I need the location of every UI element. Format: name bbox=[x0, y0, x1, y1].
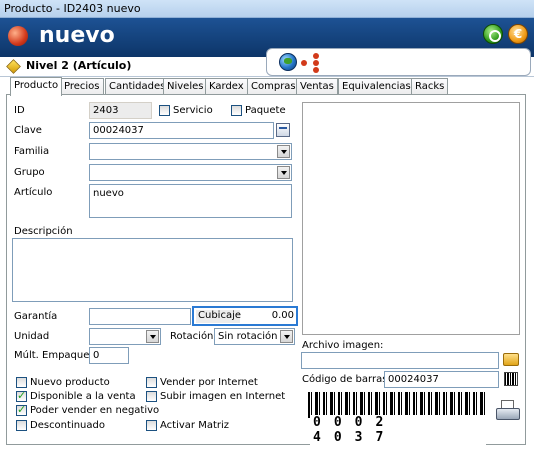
cubicaje-label: Cubicaje bbox=[196, 310, 242, 323]
articulo-textarea[interactable]: nuevo bbox=[89, 184, 292, 218]
tab-kardex[interactable]: Kardex bbox=[205, 78, 248, 95]
grupo-label: Grupo bbox=[14, 167, 45, 178]
chevron-down-icon[interactable] bbox=[277, 166, 290, 179]
paquete-label: Paquete bbox=[245, 105, 286, 116]
product-image-frame[interactable] bbox=[302, 102, 520, 335]
codigo-barras-input[interactable]: 00024037 bbox=[384, 371, 499, 388]
rotacion-label: Rotación bbox=[170, 331, 214, 342]
nuevo-producto-checkbox[interactable] bbox=[16, 377, 27, 388]
subir-imagen-label: Subir imagen en Internet bbox=[160, 391, 286, 402]
activar-matriz-label: Activar Matriz bbox=[160, 420, 230, 431]
disponible-venta-checkbox[interactable] bbox=[16, 389, 27, 402]
rotacion-select[interactable]: Sin rotación bbox=[214, 328, 295, 345]
tool-panel bbox=[266, 48, 531, 76]
unidad-select[interactable] bbox=[89, 328, 161, 345]
barcode-digits: 0002 4037 bbox=[310, 415, 486, 445]
page-title: nuevo bbox=[39, 23, 115, 48]
clave-label: Clave bbox=[14, 125, 42, 136]
tab-equivalencias[interactable]: Equivalencias bbox=[338, 78, 415, 95]
id-field: 2403 bbox=[89, 102, 152, 119]
articulo-value: nuevo bbox=[93, 188, 124, 199]
descripcion-label: Descripción bbox=[14, 226, 73, 237]
articulo-label: Artículo bbox=[14, 187, 53, 198]
cubicaje-input[interactable]: 0.00 bbox=[242, 310, 294, 321]
product-logo-icon bbox=[8, 26, 28, 46]
printer-icon[interactable] bbox=[494, 397, 522, 425]
archivo-imagen-input[interactable] bbox=[301, 352, 499, 369]
rotacion-value: Sin rotación bbox=[218, 331, 278, 342]
servicio-checkbox[interactable] bbox=[159, 105, 170, 116]
activar-matriz-checkbox[interactable] bbox=[146, 420, 157, 431]
familia-select[interactable] bbox=[89, 143, 292, 160]
servicio-label: Servicio bbox=[173, 105, 213, 116]
mult-empaque-input[interactable]: 0 bbox=[89, 347, 129, 364]
codigo-barras-label: Código de barras bbox=[302, 374, 388, 385]
barcode-icon[interactable] bbox=[504, 372, 518, 386]
tab-precios[interactable]: Precios bbox=[60, 78, 104, 95]
vender-internet-label: Vender por Internet bbox=[160, 377, 258, 388]
barcode-image: 0002 4037 bbox=[302, 389, 490, 445]
window-title: Producto - ID2403 nuevo bbox=[4, 2, 141, 15]
disponible-venta-label: Disponible a la venta bbox=[30, 391, 136, 402]
ok-icon[interactable] bbox=[483, 24, 503, 44]
familia-label: Familia bbox=[14, 146, 50, 157]
grupo-select[interactable] bbox=[89, 164, 292, 181]
descripcion-textarea[interactable] bbox=[12, 238, 293, 302]
garantia-input[interactable] bbox=[89, 308, 191, 325]
chevron-down-icon[interactable] bbox=[146, 330, 159, 343]
descontinuado-label: Descontinuado bbox=[30, 420, 105, 431]
tab-compras[interactable]: Compras bbox=[247, 78, 300, 95]
subir-imagen-checkbox[interactable] bbox=[146, 391, 157, 402]
unidad-label: Unidad bbox=[14, 331, 50, 342]
tab-niveles[interactable]: Niveles bbox=[163, 78, 208, 95]
descontinuado-checkbox[interactable] bbox=[16, 420, 27, 431]
vender-internet-checkbox[interactable] bbox=[146, 377, 157, 388]
window-titlebar: Producto - ID2403 nuevo bbox=[0, 0, 534, 18]
chevron-down-icon[interactable] bbox=[277, 145, 290, 158]
id-label: ID bbox=[14, 105, 25, 116]
level-label: Nivel 2 (Artículo) bbox=[26, 59, 132, 72]
cubicaje-group: Cubicaje 0.00 bbox=[192, 306, 298, 326]
tab-ventas[interactable]: Ventas bbox=[296, 78, 338, 95]
vender-negativo-checkbox[interactable] bbox=[16, 403, 27, 416]
calendar-icon[interactable] bbox=[276, 123, 290, 137]
globe-icon[interactable] bbox=[279, 53, 297, 71]
mult-empaque-label: Múlt. Empaque bbox=[14, 350, 90, 361]
vender-negativo-label: Poder vender en negativo bbox=[30, 405, 160, 416]
currency-icon[interactable]: € bbox=[508, 24, 528, 44]
tab-racks[interactable]: Racks bbox=[411, 78, 449, 95]
nuevo-producto-label: Nuevo producto bbox=[30, 377, 110, 388]
chevron-down-icon[interactable] bbox=[280, 330, 293, 343]
folder-open-icon[interactable] bbox=[503, 353, 519, 366]
clave-input[interactable]: 00024037 bbox=[89, 122, 274, 139]
cube-icon bbox=[6, 59, 21, 74]
tab-cantidades[interactable]: Cantidades bbox=[105, 78, 170, 95]
paquete-checkbox[interactable] bbox=[231, 105, 242, 116]
archivo-imagen-label: Archivo imagen: bbox=[302, 340, 384, 351]
tree-icon[interactable] bbox=[301, 53, 323, 73]
garantia-label: Garantía bbox=[14, 311, 58, 322]
tab-producto[interactable]: Producto bbox=[10, 77, 63, 96]
